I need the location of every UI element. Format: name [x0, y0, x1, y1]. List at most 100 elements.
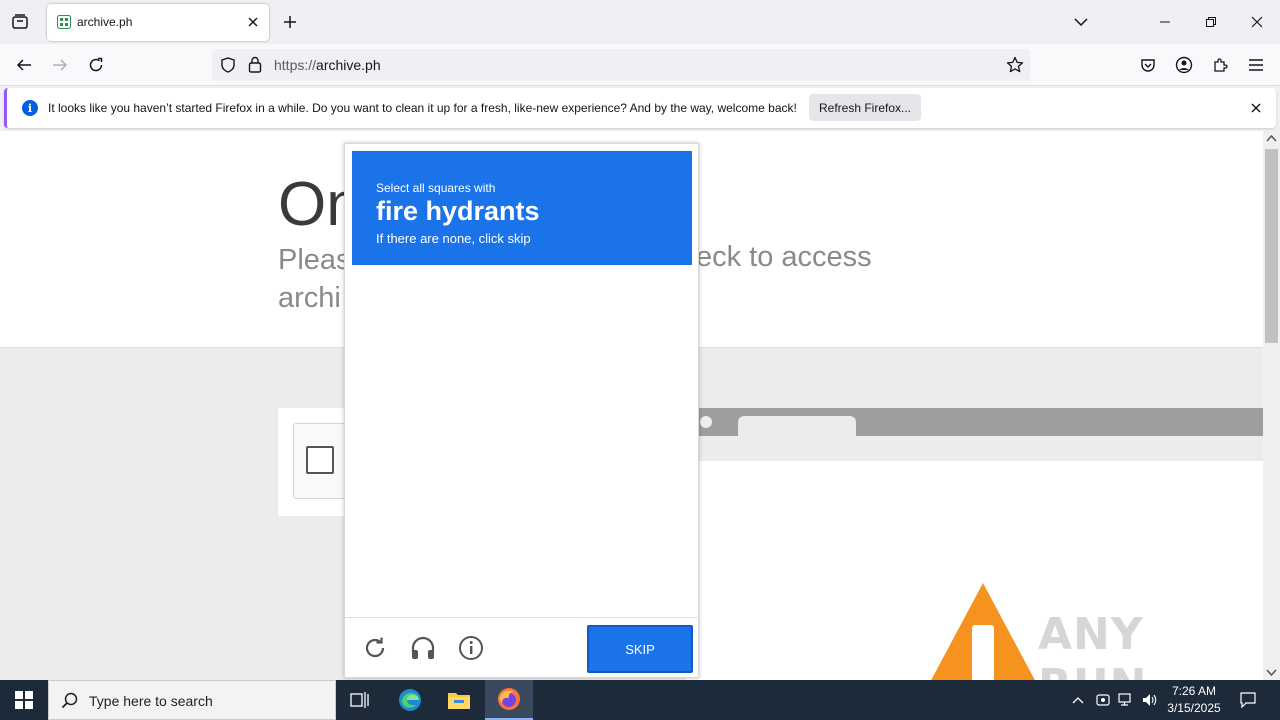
- meet-now-icon: [1096, 694, 1110, 706]
- task-view-button[interactable]: [336, 680, 384, 720]
- search-icon: [61, 692, 78, 709]
- captcha-tile[interactable]: [352, 271, 436, 355]
- firefox-icon: [498, 688, 520, 710]
- captcha-tile[interactable]: [609, 271, 693, 355]
- captcha-tile[interactable]: [523, 442, 607, 526]
- pocket-button[interactable]: [1136, 53, 1160, 77]
- address-bar[interactable]: https://archive.ph: [212, 49, 1030, 81]
- captcha-reload-button[interactable]: [361, 634, 389, 662]
- archive-favicon-icon: [57, 15, 71, 29]
- page-scrollbar[interactable]: [1263, 131, 1280, 680]
- close-window-button[interactable]: [1234, 0, 1280, 44]
- captcha-instruction-prefix: Select all squares with: [376, 181, 496, 195]
- captcha-tile[interactable]: [609, 357, 693, 441]
- captcha-tile[interactable]: [352, 357, 436, 441]
- captcha-tile[interactable]: [438, 442, 522, 526]
- captcha-tile[interactable]: [523, 528, 607, 612]
- page-subline-right: eck to access: [696, 241, 872, 273]
- list-all-tabs-button[interactable]: [1070, 12, 1092, 32]
- extensions-button[interactable]: [1208, 53, 1232, 77]
- notification-close-button[interactable]: [1248, 100, 1264, 116]
- captcha-tile[interactable]: [438, 271, 522, 355]
- refresh-icon: [365, 637, 385, 658]
- network-button[interactable]: [1118, 692, 1134, 708]
- captcha-tile[interactable]: [438, 528, 522, 612]
- verify-checkbox[interactable]: [306, 446, 334, 474]
- refresh-firefox-button[interactable]: Refresh Firefox...: [809, 94, 921, 121]
- captcha-tile[interactable]: [438, 357, 522, 441]
- plus-icon: [284, 16, 296, 28]
- notification-center-button[interactable]: [1240, 692, 1256, 708]
- url-text: https://archive.ph: [274, 57, 381, 73]
- scroll-down-icon[interactable]: [1266, 669, 1277, 677]
- navigation-toolbar: https://archive.ph: [0, 44, 1280, 86]
- captcha-skip-button[interactable]: SKIP: [587, 625, 693, 673]
- window-controls: [1142, 0, 1280, 44]
- tab-close-button[interactable]: [245, 14, 261, 30]
- bookmark-star-icon[interactable]: [1006, 56, 1024, 74]
- captcha-target: fire hydrants: [376, 196, 540, 226]
- edge-button[interactable]: [386, 680, 434, 720]
- app-menu-button[interactable]: [1244, 53, 1268, 77]
- illustration-browser-dot: [700, 416, 712, 428]
- illustration-browser-tab: [738, 416, 856, 436]
- new-tab-button[interactable]: [280, 12, 300, 32]
- anyrun-watermark: ANY RUN: [1038, 609, 1146, 680]
- captcha-instruction-suffix: If there are none, click skip: [376, 231, 531, 246]
- captcha-tile[interactable]: [523, 357, 607, 441]
- chevron-down-icon: [1074, 18, 1088, 27]
- volume-button[interactable]: [1142, 692, 1158, 708]
- show-hidden-icons-button[interactable]: [1070, 692, 1086, 708]
- close-icon: [1251, 103, 1261, 113]
- system-clock[interactable]: 7:26 AM 3/15/2025: [1162, 683, 1226, 717]
- reload-button[interactable]: [84, 53, 108, 77]
- file-explorer-icon: [448, 693, 470, 709]
- captcha-tile-grid: [352, 271, 692, 611]
- warning-triangle-icon: [931, 583, 1035, 680]
- meet-now-button[interactable]: [1095, 692, 1111, 708]
- firefox-view-button[interactable]: [8, 10, 32, 34]
- edge-icon: [399, 689, 421, 711]
- captcha-tile[interactable]: [352, 528, 436, 612]
- minimize-icon: [1160, 21, 1170, 23]
- clock-date: 3/15/2025: [1167, 701, 1221, 715]
- scroll-up-icon[interactable]: [1266, 134, 1277, 142]
- restore-icon: [1206, 17, 1216, 27]
- captcha-tile[interactable]: [609, 442, 693, 526]
- chevron-up-icon: [1072, 697, 1084, 704]
- task-view-icon: [350, 692, 369, 708]
- captcha-audio-button[interactable]: [409, 634, 437, 662]
- tab-strip: archive.ph: [0, 0, 1280, 44]
- arrow-left-icon: [16, 59, 31, 71]
- back-button[interactable]: [12, 53, 36, 77]
- notification-message: It looks like you haven’t started Firefo…: [48, 101, 797, 115]
- restore-button[interactable]: [1188, 0, 1234, 44]
- start-button[interactable]: [0, 680, 48, 720]
- taskbar-search-box[interactable]: Type here to search: [48, 680, 336, 720]
- arrow-right-icon: [53, 59, 68, 71]
- headphones-icon: [411, 636, 435, 659]
- pocket-icon: [1141, 59, 1155, 72]
- speaker-icon: [1143, 694, 1157, 706]
- captcha-info-button[interactable]: [457, 634, 485, 662]
- windows-logo-icon: [15, 691, 33, 709]
- network-icon: [1118, 693, 1131, 706]
- puzzle-icon: [1214, 58, 1228, 72]
- refresh-firefox-notification: i It looks like you haven’t started Fire…: [4, 88, 1276, 128]
- captcha-tile[interactable]: [609, 528, 693, 612]
- captcha-footer: SKIP: [345, 617, 698, 677]
- tab-archive[interactable]: archive.ph: [47, 4, 269, 41]
- firefox-taskbar-button[interactable]: [485, 680, 533, 720]
- scrollbar-thumb[interactable]: [1265, 149, 1278, 343]
- captcha-tile[interactable]: [352, 442, 436, 526]
- search-placeholder: Type here to search: [89, 693, 213, 709]
- account-button[interactable]: [1172, 53, 1196, 77]
- forward-button[interactable]: [48, 53, 72, 77]
- hamburger-menu-icon: [1249, 59, 1263, 71]
- windows-taskbar: Type here to search 7:26 AM 3/15/2025: [0, 680, 1280, 720]
- file-explorer-button[interactable]: [435, 680, 483, 720]
- captcha-tile[interactable]: [523, 271, 607, 355]
- info-icon: [459, 636, 483, 660]
- minimize-button[interactable]: [1142, 0, 1188, 44]
- close-icon: [1251, 16, 1263, 28]
